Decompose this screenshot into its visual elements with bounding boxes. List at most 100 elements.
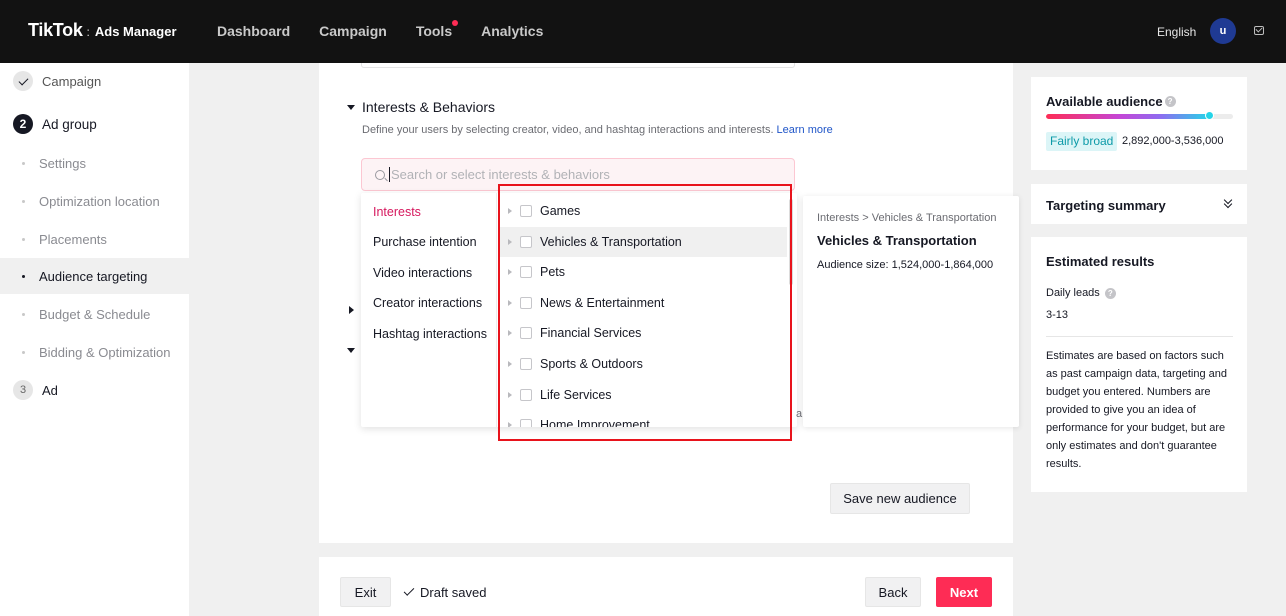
back-button[interactable]: Back (865, 577, 921, 607)
checkbox[interactable] (520, 205, 532, 217)
caret-right-icon[interactable] (349, 306, 354, 314)
language-selector[interactable]: English (1157, 25, 1196, 39)
estimate-disclaimer: Estimates are based on factors such as p… (1046, 350, 1228, 470)
next-button[interactable]: Next (936, 577, 992, 607)
checkbox[interactable] (520, 358, 532, 370)
bullet (22, 161, 25, 165)
expand-arrow-icon[interactable] (508, 361, 512, 367)
learn-more-link[interactable]: Learn more (777, 124, 833, 136)
obscured-text: a (796, 408, 803, 420)
bullet (22, 350, 25, 354)
search-icon (375, 169, 385, 180)
brand-main: TikTok (28, 20, 83, 40)
expand-arrow-icon[interactable] (508, 422, 512, 427)
step-label: Ad group (42, 116, 97, 132)
category-interests[interactable]: Interests (373, 205, 421, 219)
step-label: Campaign (42, 73, 102, 89)
bullet (22, 237, 25, 241)
step-ad-group[interactable]: 2 Ad group (13, 114, 202, 134)
checkbox[interactable] (520, 327, 532, 339)
estimated-results-card: Estimated results Daily leads? 3-13 Esti… (1031, 237, 1247, 492)
nav-campaign[interactable]: Campaign (319, 23, 387, 39)
tiktok-ads-manager-logo[interactable]: TikTok : Ads Manager (28, 20, 177, 41)
nav-analytics[interactable]: Analytics (481, 23, 543, 39)
detail-breadcrumb: Interests > Vehicles & Transportation (817, 212, 997, 224)
step-done-check (13, 71, 33, 91)
audience-size-range: 2,892,000-3,536,000 (1122, 135, 1224, 147)
audience-breadth-marker (1204, 111, 1214, 120)
step-sidebar: Campaign 2 Ad group Settings Optimizatio… (0, 63, 189, 616)
detail-audience-size: Audience size: 1,524,000-1,864,000 (817, 259, 994, 271)
list-item[interactable]: Financial Services (498, 318, 787, 348)
list-item[interactable]: Life Services (498, 380, 787, 410)
bullet (22, 274, 25, 278)
section-title: Interests & Behaviors (362, 99, 496, 115)
sidebar-item-settings[interactable]: Settings (0, 145, 189, 181)
list-item[interactable]: News & Entertainment (498, 288, 787, 318)
mail-icon[interactable] (1254, 26, 1264, 35)
step-ad[interactable]: 3 Ad (13, 380, 202, 400)
search-input[interactable] (389, 167, 789, 182)
expand-arrow-icon[interactable] (508, 239, 512, 245)
available-audience-card: Available audience? Fairly broad 2,892,0… (1031, 77, 1247, 170)
check-icon (403, 585, 415, 596)
category-video-interactions[interactable]: Video interactions (373, 266, 472, 280)
help-icon[interactable]: ? (1164, 96, 1176, 107)
category-hashtag-interactions[interactable]: Hashtag interactions (373, 327, 487, 341)
list-item[interactable]: Games (498, 196, 787, 226)
divider (1046, 336, 1233, 337)
interest-option-list: Games Vehicles & Transportation Pets New… (498, 193, 787, 427)
caret-down-icon[interactable] (347, 105, 355, 110)
expand-arrow-icon[interactable] (508, 330, 512, 336)
list-item[interactable]: Home Improvement (498, 410, 787, 427)
draft-status: Draft saved (403, 585, 486, 600)
sidebar-item-bidding-optimization[interactable]: Bidding & Optimization (0, 334, 189, 370)
main-nav: Dashboard Campaign Tools Analytics (217, 20, 572, 39)
bullet (22, 199, 25, 203)
bullet (22, 312, 25, 316)
checkbox[interactable] (520, 389, 532, 401)
expand-arrow-icon[interactable] (508, 300, 512, 306)
dropdown-scrollbar[interactable] (789, 199, 793, 285)
sidebar-item-optimization-location[interactable]: Optimization location (0, 183, 189, 219)
checkbox[interactable] (520, 419, 532, 427)
list-item[interactable]: Sports & Outdoors (498, 349, 787, 379)
notification-dot (452, 20, 459, 26)
top-navigation-bar: TikTok : Ads Manager Dashboard Campaign … (0, 0, 1286, 63)
sidebar-item-audience-targeting[interactable]: Audience targeting (0, 258, 189, 294)
list-item[interactable]: Vehicles & Transportation (498, 227, 787, 257)
checkbox[interactable] (520, 236, 532, 248)
estimated-results-title: Estimated results (1046, 254, 1155, 269)
nav-tools[interactable]: Tools (416, 20, 459, 39)
step-number: 2 (13, 114, 33, 134)
expand-arrow-icon[interactable] (508, 392, 512, 398)
user-avatar[interactable]: u (1210, 18, 1236, 44)
brand-sub: Ads Manager (94, 24, 177, 39)
step-campaign[interactable]: Campaign (13, 71, 202, 91)
save-new-audience-button[interactable]: Save new audience (830, 483, 970, 514)
daily-leads-value: 3-13 (1046, 309, 1069, 321)
category-creator-interactions[interactable]: Creator interactions (373, 296, 482, 310)
interest-search-box[interactable] (361, 158, 795, 191)
exit-button[interactable]: Exit (340, 577, 391, 607)
interest-dropdown: Interests Purchase intention Video inter… (361, 193, 797, 427)
checkbox[interactable] (520, 297, 532, 309)
category-list: Interests Purchase intention Video inter… (361, 193, 497, 427)
available-audience-title: Available audience? (1046, 94, 1176, 109)
list-item[interactable]: Pets (498, 257, 787, 287)
caret-down-icon[interactable] (347, 348, 355, 353)
expand-arrow-icon[interactable] (508, 208, 512, 214)
step-number: 3 (13, 380, 33, 400)
checkbox[interactable] (520, 266, 532, 278)
targeting-summary-card[interactable]: Targeting summary (1031, 184, 1247, 224)
brand-separator: : (86, 25, 90, 39)
sidebar-item-placements[interactable]: Placements (0, 221, 189, 257)
expand-arrow-icon[interactable] (508, 269, 512, 275)
help-icon[interactable]: ? (1104, 287, 1116, 299)
nav-dashboard[interactable]: Dashboard (217, 23, 290, 39)
audience-breadth-badge: Fairly broad (1046, 132, 1118, 151)
double-chevron-down-icon[interactable] (1224, 197, 1233, 209)
interest-detail-panel: Interests > Vehicles & Transportation Ve… (803, 196, 1019, 427)
sidebar-item-budget-schedule[interactable]: Budget & Schedule (0, 296, 189, 332)
category-purchase-intention[interactable]: Purchase intention (373, 235, 477, 249)
